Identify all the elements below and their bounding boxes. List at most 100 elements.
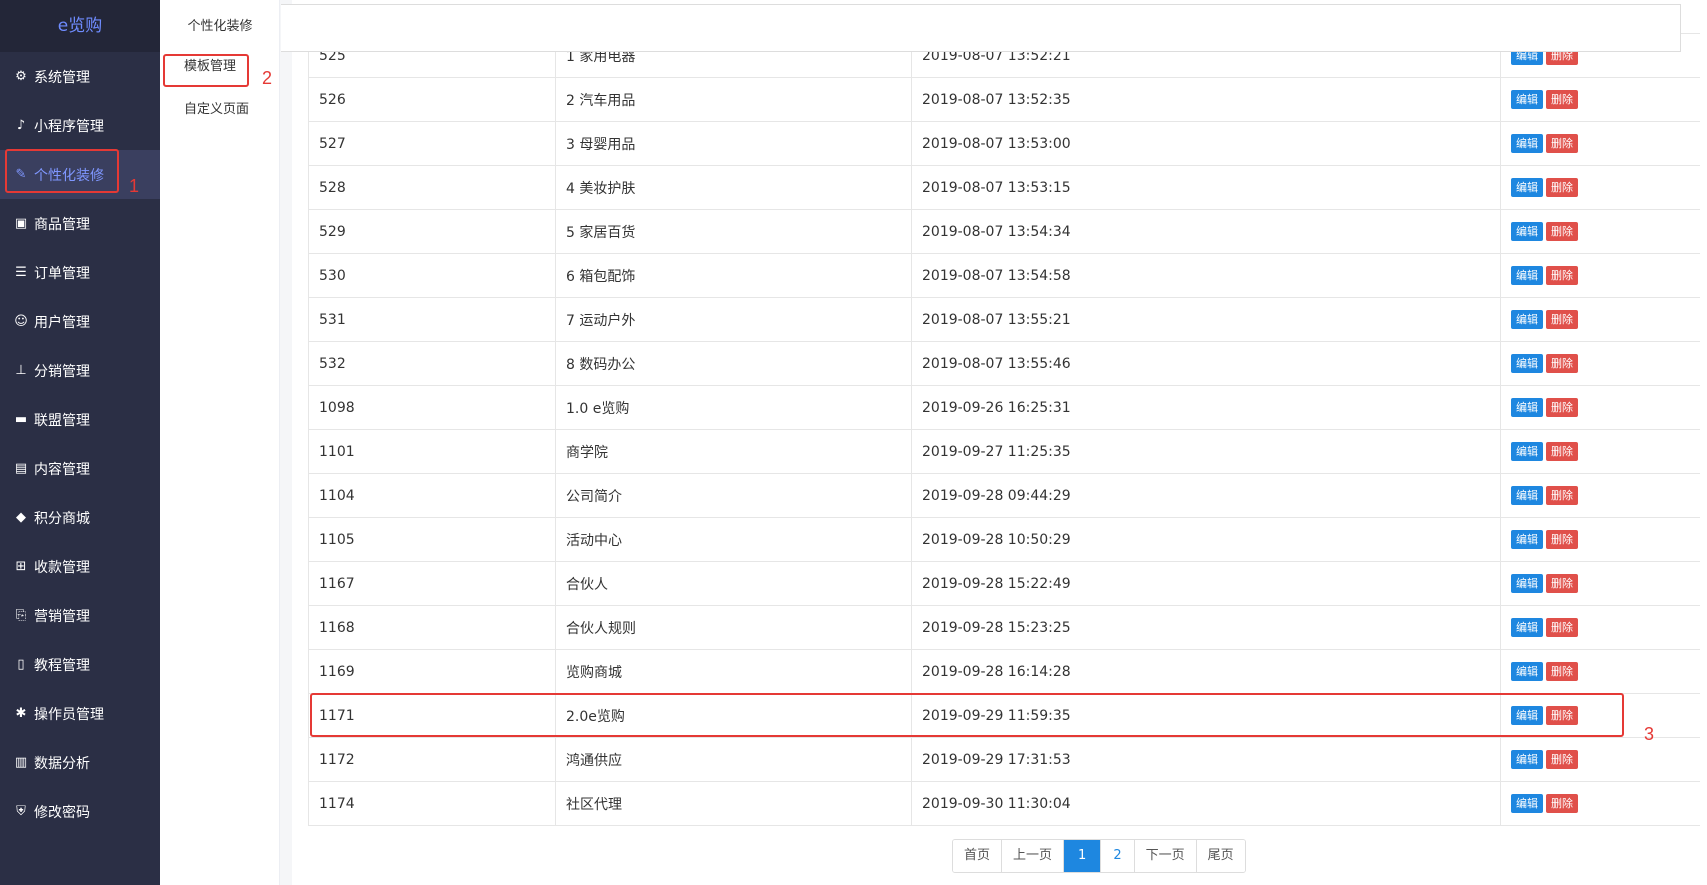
cell-time: 2019-09-29 17:31:53 <box>911 737 1501 782</box>
app-logo[interactable]: e览购 <box>0 0 160 52</box>
edit-button[interactable]: 编辑 <box>1511 90 1543 109</box>
delete-button[interactable]: 删除 <box>1546 442 1578 461</box>
delete-button[interactable]: 删除 <box>1546 90 1578 109</box>
user-icon: ☺ <box>14 313 28 329</box>
delete-button[interactable]: 删除 <box>1546 134 1578 153</box>
delete-button[interactable]: 删除 <box>1546 310 1578 329</box>
delete-button[interactable]: 删除 <box>1546 398 1578 417</box>
edit-button[interactable]: 编辑 <box>1511 794 1543 813</box>
edit-button[interactable]: 编辑 <box>1511 574 1543 593</box>
cell-actions: 编辑 删除 <box>1500 737 1707 782</box>
table-row: 527 3 母婴用品 2019-08-07 13:53:00 编辑 删除 <box>308 121 1707 166</box>
sidebar-item-0[interactable]: ⚙ 系统管理 <box>0 52 160 101</box>
sidebar-item-label: 营销管理 <box>34 608 90 625</box>
shield-icon: ⛨ <box>16 803 26 819</box>
sidebar-item-4[interactable]: ☰ 订单管理 <box>0 248 160 297</box>
prev-page-button[interactable]: 上一页 <box>1002 840 1065 872</box>
alliance-icon: ▬ <box>14 411 28 427</box>
sidebar-item-6[interactable]: ⊥ 分销管理 <box>0 346 160 395</box>
table-row: 1167 合伙人 2019-09-28 15:22:49 编辑 删除 <box>308 561 1707 606</box>
cell-time: 2019-09-26 16:25:31 <box>911 385 1501 430</box>
cell-actions: 编辑 删除 <box>1500 693 1707 738</box>
edit-button[interactable]: 编辑 <box>1511 530 1543 549</box>
delete-button[interactable]: 删除 <box>1546 530 1578 549</box>
edit-button[interactable]: 编辑 <box>1511 750 1543 769</box>
sidebar-item-11[interactable]: ⎘ 营销管理 <box>0 591 160 640</box>
sidebar-item-10[interactable]: ⊞ 收款管理 <box>0 542 160 591</box>
edit-button[interactable]: 编辑 <box>1511 706 1543 725</box>
apps-icon: ⊞ <box>15 558 27 574</box>
table-row: 1172 鸿通供应 2019-09-29 17:31:53 编辑 删除 <box>308 737 1707 782</box>
table-row: 530 6 箱包配饰 2019-08-07 13:54:58 编辑 删除 <box>308 253 1707 298</box>
cell-time: 2019-08-07 13:53:00 <box>911 121 1501 166</box>
sidebar-item-8[interactable]: ▤ 内容管理 <box>0 444 160 493</box>
marketing-icon: ⎘ <box>15 607 27 623</box>
sidebar-item-label: 联盟管理 <box>34 412 90 429</box>
sidebar-item-14[interactable]: ▥ 数据分析 <box>0 738 160 787</box>
cell-name: 览购商城 <box>555 649 912 694</box>
cell-actions: 编辑 删除 <box>1500 253 1707 298</box>
edit-button[interactable]: 编辑 <box>1511 178 1543 197</box>
delete-button[interactable]: 删除 <box>1546 574 1578 593</box>
edit-button[interactable]: 编辑 <box>1511 222 1543 241</box>
sidebar: e览购 ⚙ 系统管理 ♪ 小程序管理 ✎ 个性化装修 ▣ 商品管理 ☰ 订单管理 ☺ 用户管理 ⊥ 分销管… <box>0 0 160 885</box>
first-page-button[interactable]: 首页 <box>953 840 1003 872</box>
delete-button[interactable]: 删除 <box>1546 618 1578 637</box>
cell-name: 合伙人规则 <box>555 605 912 650</box>
delete-button[interactable]: 删除 <box>1546 706 1578 725</box>
edit-button[interactable]: 编辑 <box>1511 354 1543 373</box>
sidebar-item-7[interactable]: ▬ 联盟管理 <box>0 395 160 444</box>
delete-button[interactable]: 删除 <box>1546 486 1578 505</box>
edit-button[interactable]: 编辑 <box>1511 398 1543 417</box>
content-gutter <box>280 0 292 885</box>
sidebar-item-label: 商品管理 <box>34 216 90 233</box>
sidebar-item-5[interactable]: ☺ 用户管理 <box>0 297 160 346</box>
edit-button[interactable]: 编辑 <box>1511 486 1543 505</box>
edit-button[interactable]: 编辑 <box>1511 134 1543 153</box>
table-row: 1105 活动中心 2019-09-28 10:50:29 编辑 删除 <box>308 517 1707 562</box>
sidebar-item-1[interactable]: ♪ 小程序管理 <box>0 101 160 150</box>
cell-time: 2019-09-28 16:14:28 <box>911 649 1501 694</box>
cell-id: 1171 <box>308 693 556 738</box>
sidebar-item-15[interactable]: ⛨ 修改密码 <box>0 787 160 836</box>
cell-id: 530 <box>308 253 556 298</box>
sidebar-item-12[interactable]: ▯ 教程管理 <box>0 640 160 689</box>
cell-name: 6 箱包配饰 <box>555 253 912 298</box>
delete-button[interactable]: 删除 <box>1546 750 1578 769</box>
delete-button[interactable]: 删除 <box>1546 266 1578 285</box>
cell-name: 公司简介 <box>555 473 912 518</box>
cell-time: 2019-08-07 13:53:15 <box>911 165 1501 210</box>
edit-button[interactable]: 编辑 <box>1511 442 1543 461</box>
next-page-button[interactable]: 下一页 <box>1134 840 1197 872</box>
delete-button[interactable]: 删除 <box>1546 222 1578 241</box>
delete-button[interactable]: 删除 <box>1546 662 1578 681</box>
cell-id: 1105 <box>308 517 556 562</box>
sidebar-item-13[interactable]: ✱ 操作员管理 <box>0 689 160 738</box>
sidebar-item-label: 个性化装修 <box>34 167 104 184</box>
sidebar-item-label: 系统管理 <box>34 69 90 86</box>
box-icon: ◆ <box>16 509 26 525</box>
sub-item-custom-page[interactable]: 自定义页面 <box>160 93 280 127</box>
delete-button[interactable]: 删除 <box>1546 354 1578 373</box>
delete-button[interactable]: 删除 <box>1546 794 1578 813</box>
table-row: 1101 商学院 2019-09-27 11:25:35 编辑 删除 <box>308 429 1707 474</box>
sidebar-item-label: 收款管理 <box>34 559 90 576</box>
table-row: 528 4 美妆护肤 2019-08-07 13:53:15 编辑 删除 <box>308 165 1707 210</box>
sidebar-item-label: 订单管理 <box>34 265 90 282</box>
top-bar <box>281 4 1681 52</box>
sidebar-item-9[interactable]: ◆ 积分商城 <box>0 493 160 542</box>
page-1-button[interactable]: 1 <box>1064 840 1102 872</box>
cell-name: 社区代理 <box>555 781 912 826</box>
last-page-button[interactable]: 尾页 <box>1196 840 1245 872</box>
cell-time: 2019-08-07 13:55:21 <box>911 297 1501 342</box>
cell-actions: 编辑 删除 <box>1500 165 1707 210</box>
edit-button[interactable]: 编辑 <box>1511 310 1543 329</box>
sidebar-item-3[interactable]: ▣ 商品管理 <box>0 199 160 248</box>
edit-button[interactable]: 编辑 <box>1511 662 1543 681</box>
sidebar-item-label: 积分商城 <box>34 510 90 527</box>
cell-id: 1167 <box>308 561 556 606</box>
delete-button[interactable]: 删除 <box>1546 178 1578 197</box>
edit-button[interactable]: 编辑 <box>1511 266 1543 285</box>
edit-button[interactable]: 编辑 <box>1511 618 1543 637</box>
page-2-button[interactable]: 2 <box>1101 840 1135 872</box>
